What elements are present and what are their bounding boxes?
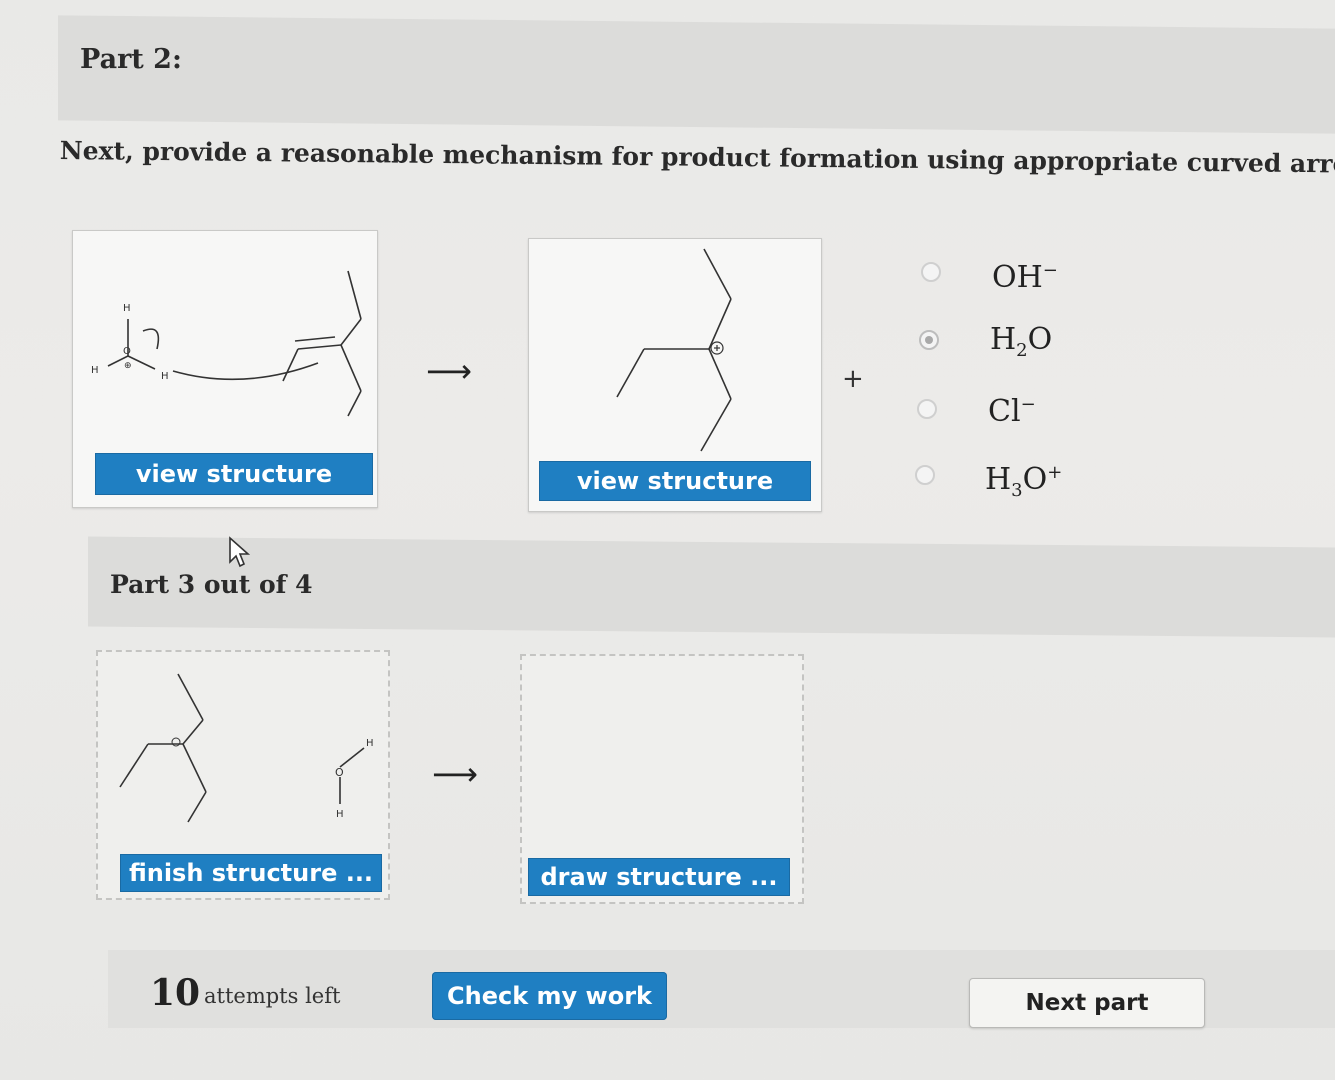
reactant-molecule-drawing: H O H H ⊕: [91, 270, 362, 417]
radio-water[interactable]: [919, 330, 939, 350]
hydronium-charge: +: [1047, 462, 1063, 483]
chloride-base: Cl: [988, 394, 1021, 429]
option-water[interactable]: H2O: [990, 322, 1052, 361]
hydronium-subscript: 3: [1011, 480, 1023, 501]
attempts-count: 10: [150, 972, 201, 1014]
draw-structure-button[interactable]: draw structure ...: [528, 858, 790, 896]
option-hydronium[interactable]: H3O+: [985, 462, 1062, 501]
carbocation-molecule-drawing: [616, 248, 732, 452]
view-structure-button-reactant[interactable]: view structure: [95, 453, 373, 495]
reactant-structure-card: H O H H ⊕ view structure: [72, 230, 378, 508]
carbocation-water-drawing: H O H: [119, 673, 374, 823]
reactant-charge-label: ⊕: [124, 361, 132, 371]
hydronium-tail: O: [1022, 462, 1048, 497]
hydroxide-charge: −: [1042, 260, 1058, 281]
reactant-o-label: O: [123, 346, 131, 357]
radio-hydronium[interactable]: [915, 465, 935, 485]
plus-sign: +: [842, 364, 864, 394]
option-chloride[interactable]: Cl−: [988, 394, 1036, 429]
reactant-h-label-left: H: [91, 365, 99, 376]
finish-structure-button[interactable]: finish structure ...: [120, 854, 382, 892]
finish-structure-area[interactable]: H O H finish structure ...: [96, 650, 390, 900]
water-h-top-label: H: [366, 738, 374, 749]
water-h-bottom-label: H: [336, 809, 344, 820]
radio-chloride[interactable]: [917, 399, 937, 419]
reactant-h-label-right: H: [161, 371, 169, 382]
reaction-arrow-part2: ⟶: [426, 352, 472, 390]
part2-header-band: [58, 15, 1335, 134]
water-o-label: O: [335, 766, 344, 779]
mouse-cursor-icon: [229, 536, 251, 568]
view-structure-button-product[interactable]: view structure: [539, 461, 811, 501]
instruction-text: Next, provide a reasonable mechanism for…: [59, 136, 1335, 179]
water-tail: O: [1027, 322, 1053, 357]
product-structure-card: view structure: [528, 238, 822, 512]
hydronium-base: H: [985, 462, 1012, 497]
draw-structure-area[interactable]: draw structure ...: [520, 654, 804, 904]
water-base: H: [990, 322, 1017, 357]
attempts-label: attempts left: [204, 984, 341, 1008]
water-subscript: 2: [1016, 340, 1028, 361]
reactant-h-label-top: H: [123, 303, 131, 314]
hydroxide-base: OH: [992, 260, 1043, 295]
option-hydroxide[interactable]: OH−: [992, 260, 1058, 295]
next-part-button[interactable]: Next part: [969, 978, 1205, 1028]
part3-title: Part 3 out of 4: [110, 570, 313, 599]
reaction-arrow-part3: ⟶: [432, 755, 478, 793]
chloride-charge: −: [1020, 394, 1036, 415]
check-my-work-button[interactable]: Check my work: [432, 972, 667, 1020]
radio-hydroxide[interactable]: [921, 262, 941, 282]
part2-title: Part 2:: [80, 44, 182, 75]
